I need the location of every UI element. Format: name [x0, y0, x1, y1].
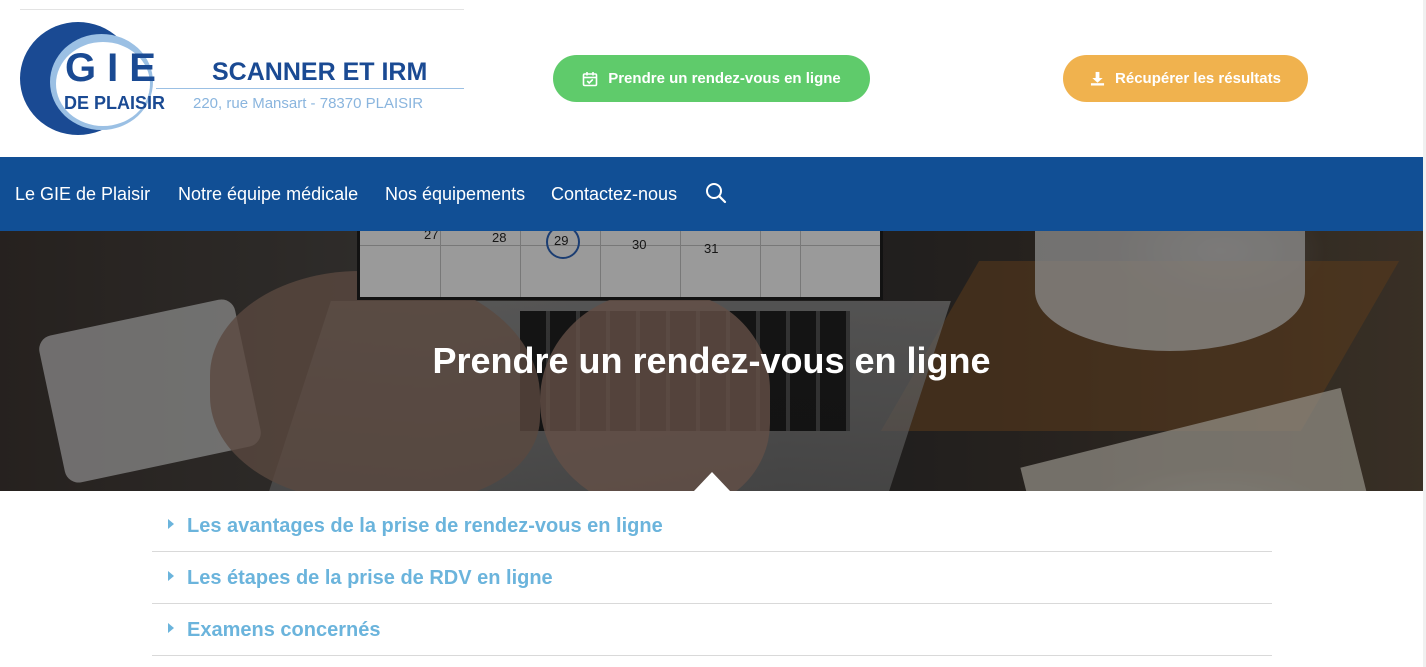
caret-right-icon: [168, 571, 174, 581]
accordion-item-etapes[interactable]: Les étapes de la prise de RDV en ligne: [152, 552, 1272, 604]
accordion-item-avantages[interactable]: Les avantages de la prise de rendez-vous…: [152, 500, 1272, 552]
search-icon[interactable]: [704, 181, 728, 205]
faq-accordion: Les avantages de la prise de rendez-vous…: [152, 500, 1272, 656]
header-divider: [20, 9, 464, 10]
main-navigation: Le GIE de Plaisir Notre équipe médicale …: [0, 157, 1423, 231]
book-appointment-label: Prendre un rendez-vous en ligne: [608, 70, 841, 87]
hero-notch: [694, 472, 730, 491]
logo-gie-text: GIE: [65, 46, 167, 90]
logo-underline: [156, 88, 464, 89]
site-logo[interactable]: GIE DE PLAISIR SCANNER ET IRM 220, rue M…: [20, 18, 465, 138]
book-appointment-button[interactable]: Prendre un rendez-vous en ligne: [553, 55, 870, 102]
nav-item-equipe-medicale[interactable]: Notre équipe médicale: [178, 157, 358, 231]
nav-item-gie-de-plaisir[interactable]: Le GIE de Plaisir: [15, 157, 150, 231]
calendar-check-icon: [582, 71, 598, 87]
accordion-item-label: Examens concernés: [187, 619, 381, 641]
accordion-item-label: Les étapes de la prise de RDV en ligne: [187, 567, 553, 589]
logo-tagline: SCANNER ET IRM: [212, 58, 428, 86]
caret-right-icon: [168, 623, 174, 633]
hero-banner: 27 28 29 30 31 Prendre un rendez-vous en…: [0, 231, 1423, 491]
logo-address: 220, rue Mansart - 78370 PLAISIR: [193, 95, 424, 112]
accordion-item-label: Les avantages de la prise de rendez-vous…: [187, 515, 663, 537]
get-results-label: Récupérer les résultats: [1115, 70, 1281, 87]
caret-right-icon: [168, 519, 174, 529]
accordion-item-examens[interactable]: Examens concernés: [152, 604, 1272, 656]
logo-de-plaisir-text: DE PLAISIR: [64, 93, 166, 113]
download-icon: [1090, 71, 1105, 86]
nav-item-contact[interactable]: Contactez-nous: [551, 157, 677, 231]
page-title: Prendre un rendez-vous en ligne: [432, 340, 991, 381]
get-results-button[interactable]: Récupérer les résultats: [1063, 55, 1308, 102]
site-header: GIE DE PLAISIR SCANNER ET IRM 220, rue M…: [0, 0, 1426, 157]
nav-item-equipements[interactable]: Nos équipements: [385, 157, 525, 231]
